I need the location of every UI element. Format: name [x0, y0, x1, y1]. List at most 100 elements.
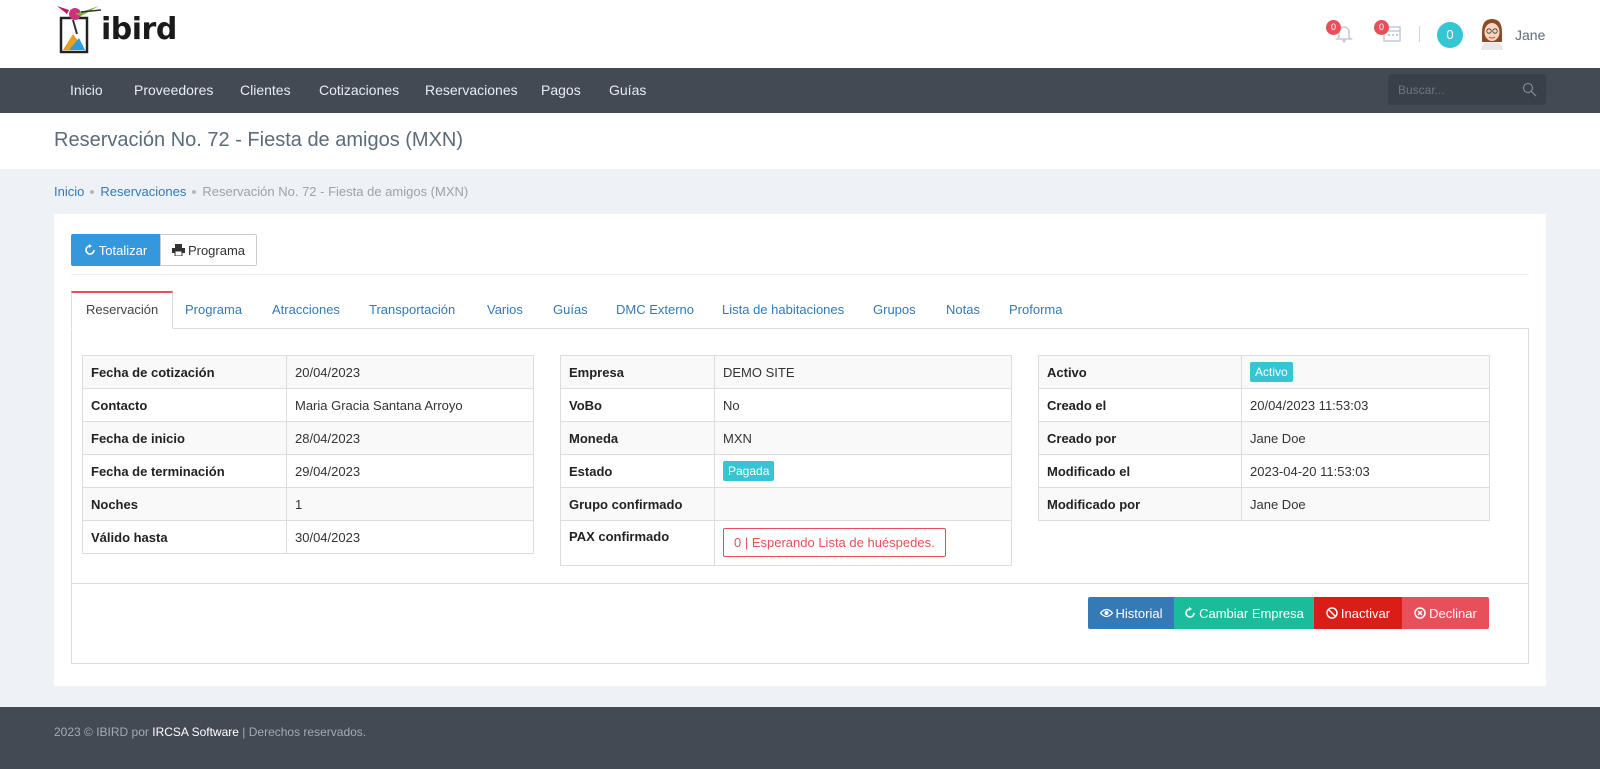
ibird-logo[interactable]: ibird — [55, 4, 195, 56]
field-label: Moneda — [560, 421, 715, 455]
breadcrumb-separator — [90, 189, 95, 194]
panel-divider — [72, 583, 1528, 584]
tab-guias[interactable]: Guías — [553, 291, 588, 329]
breadcrumb: Inicio Reservaciones Reservación No. 72 - … — [54, 184, 468, 199]
notifications-badge: 0 — [1326, 20, 1341, 35]
nav-item-guias[interactable]: Guías — [609, 82, 646, 98]
pax-status-box: 0 | Esperando Lista de huéspedes. — [723, 528, 946, 557]
user-name[interactable]: Jane — [1515, 27, 1545, 43]
field-label: Creado por — [1038, 421, 1242, 455]
table-row: PAX confirmado 0 | Esperando Lista de hué… — [560, 520, 1012, 566]
toolbar-divider — [71, 274, 1529, 275]
table-row: Noches 1 — [82, 487, 534, 521]
field-label: PAX confirmado — [560, 520, 715, 566]
tab-proforma[interactable]: Proforma — [1009, 291, 1062, 329]
tab-programa[interactable]: Programa — [185, 291, 242, 329]
breadcrumb-current: Reservación No. 72 - Fiesta de amigos (M… — [202, 184, 469, 199]
tab-transportacion[interactable]: Transportación — [369, 291, 455, 329]
field-label: Contacto — [82, 388, 287, 422]
field-value: Activo — [1241, 355, 1490, 389]
search-input[interactable] — [1398, 81, 1513, 98]
reservation-card: Totalizar Programa Reservación Programa … — [54, 214, 1546, 686]
search-box — [1388, 74, 1546, 105]
field-label: Modificado por — [1038, 487, 1242, 521]
declinar-label: Declinar — [1429, 605, 1477, 621]
field-label: Fecha de cotización — [82, 355, 287, 389]
nav-item-inicio[interactable]: Inicio — [70, 82, 103, 98]
calendar-badge: 0 — [1374, 20, 1389, 35]
search-icon[interactable] — [1522, 82, 1537, 97]
status-badge: Pagada — [723, 461, 775, 481]
table-row: Fecha de terminación 29/04/2023 — [82, 454, 534, 488]
reservation-dates-table: Fecha de cotización 20/04/2023 Contacto Ma… — [82, 355, 534, 554]
totalizar-label: Totalizar — [98, 242, 148, 258]
tab-dmc-externo[interactable]: DMC Externo — [616, 291, 694, 329]
table-row: Creado el 20/04/2023 11:53:03 — [1038, 388, 1490, 422]
table-row: Empresa DEMO SITE — [560, 355, 1012, 389]
page-footer: 2023 © IBIRD por IRCSA Software | Derech… — [0, 707, 1600, 769]
field-label: Fecha de inicio — [82, 421, 287, 455]
tab-notas[interactable]: Notas — [946, 291, 980, 329]
nav-item-clientes[interactable]: Clientes — [240, 82, 291, 98]
field-value: DEMO SITE — [714, 355, 1012, 389]
breadcrumb-inicio[interactable]: Inicio — [54, 184, 84, 199]
cambiar-empresa-button[interactable]: Cambiar Empresa — [1174, 597, 1314, 629]
breadcrumb-reservaciones[interactable]: Reservaciones — [100, 184, 186, 199]
chat-count-bubble[interactable]: 0 — [1437, 22, 1463, 48]
table-row: Válido hasta 30/04/2023 — [82, 520, 534, 554]
field-value: Pagada — [714, 454, 1012, 488]
field-value: Jane Doe — [1241, 421, 1490, 455]
totalizar-button[interactable]: Totalizar — [71, 234, 160, 266]
field-label: Fecha de terminación — [82, 454, 287, 488]
field-value: 30/04/2023 — [286, 520, 534, 554]
field-value: 20/04/2023 — [286, 355, 534, 389]
field-label: Activo — [1038, 355, 1242, 389]
tab-reservacion[interactable]: Reservación — [71, 291, 174, 329]
reservation-audit-table: Activo Activo Creado el 20/04/2023 11:53:0… — [1038, 355, 1490, 521]
inactivar-label: Inactivar — [1340, 605, 1391, 621]
field-value: 1 — [286, 487, 534, 521]
field-label: Noches — [82, 487, 287, 521]
historial-label: Historial — [1115, 605, 1163, 621]
nav-item-reservaciones[interactable]: Reservaciones — [425, 82, 518, 98]
inactivar-button[interactable]: Inactivar — [1314, 597, 1402, 629]
top-header: ibird 0 0 0 Jane — [0, 0, 1600, 68]
tab-varios[interactable]: Varios — [487, 291, 523, 329]
footer-suffix: | Derechos reservados. — [242, 725, 367, 739]
tab-lista-habitaciones[interactable]: Lista de habitaciones — [722, 291, 844, 329]
nav-item-pagos[interactable]: Pagos — [541, 82, 581, 98]
field-value: No — [714, 388, 1012, 422]
tab-atracciones[interactable]: Atracciones — [272, 291, 340, 329]
field-label: Empresa — [560, 355, 715, 389]
nav-item-proveedores[interactable]: Proveedores — [134, 82, 213, 98]
breadcrumb-separator — [192, 189, 197, 194]
historial-button[interactable]: Historial — [1088, 597, 1174, 629]
page-title: Reservación No. 72 - Fiesta de amigos (M… — [54, 129, 464, 151]
field-label: Modificado el — [1038, 454, 1242, 488]
nav-item-cotizaciones[interactable]: Cotizaciones — [319, 82, 399, 98]
reservation-tabs: Reservación Programa Atracciones Transpo… — [71, 291, 1529, 329]
times-circle-icon — [1414, 607, 1426, 619]
bird-logo-icon — [57, 6, 102, 54]
cambiar-empresa-label: Cambiar Empresa — [1199, 605, 1304, 621]
tab-grupos[interactable]: Grupos — [873, 291, 916, 329]
logo-wordmark: ibird — [101, 12, 177, 47]
ban-icon — [1326, 607, 1338, 619]
table-row: Creado por Jane Doe — [1038, 421, 1490, 455]
declinar-button[interactable]: Declinar — [1402, 597, 1489, 629]
reservation-tab-panel: Fecha de cotización 20/04/2023 Contacto Ma… — [71, 328, 1529, 664]
table-row: Contacto Maria Gracia Santana Arroyo — [82, 388, 534, 422]
field-label: Grupo confirmado — [560, 487, 715, 521]
user-avatar[interactable] — [1477, 16, 1507, 50]
table-row: VoBo No — [560, 388, 1012, 422]
table-row: Grupo confirmado — [560, 487, 1012, 521]
footer-prefix: 2023 © IBIRD por — [54, 725, 149, 739]
table-row: Modificado el 2023-04-20 11:53:03 — [1038, 454, 1490, 488]
table-row: Activo Activo — [1038, 355, 1490, 389]
programa-print-button[interactable]: Programa — [160, 234, 257, 266]
field-label: Válido hasta — [82, 520, 287, 554]
field-value: 29/04/2023 — [286, 454, 534, 488]
field-value: 0 | Esperando Lista de huéspedes. — [714, 520, 1012, 566]
footer-brand-link[interactable]: IRCSA Software — [152, 725, 239, 739]
refresh-icon — [1185, 607, 1195, 618]
